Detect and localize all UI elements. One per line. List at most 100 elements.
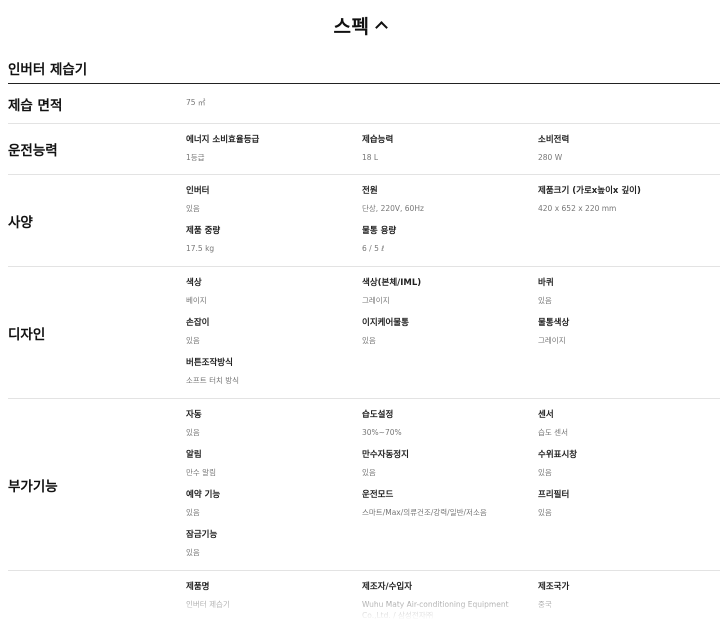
spec-item: 에너지 소비효율등급 1등급: [186, 134, 356, 163]
spec-label: 이지케어물통: [362, 318, 409, 328]
section-area: 제습 면적 75 ㎡: [8, 84, 720, 124]
spec-label: 센서: [538, 410, 554, 420]
spec-item: 자동 있음: [186, 409, 356, 438]
spec-item: 제품명 인버터 제습기: [186, 581, 356, 610]
section-maker: 제품명 인버터 제습기 제조자/수입자 Wuhu Maty Air-condit…: [8, 571, 720, 631]
spec-label: 제품 중량: [186, 226, 221, 236]
spec-label: 물통 용량: [362, 226, 397, 236]
spec-label: 습도설정: [362, 410, 394, 420]
spec-value: 있음: [538, 296, 552, 305]
spec-item: 예약 기능 있음: [186, 489, 356, 518]
spec-value: 75 ㎡: [186, 98, 206, 107]
spec-label: 제품명: [186, 582, 210, 592]
spec-label: 제습능력: [362, 135, 394, 145]
spec-value: 있음: [186, 508, 200, 517]
spec-value: 소프트 터치 방식: [186, 376, 240, 385]
spec-value: 있음: [538, 468, 552, 477]
spec-item: 소비전력 280 W: [538, 134, 708, 163]
spec-item: 이지케어물통 있음: [362, 317, 532, 346]
spec-label: 제조자/수입자: [362, 582, 413, 592]
spec-header[interactable]: 스펙: [0, 0, 720, 50]
spec-value: 18 L: [362, 153, 379, 162]
spec-item: 색상(본체/IML) 그레이지: [362, 277, 532, 306]
spec-label: 인버터: [186, 186, 210, 196]
spec-item: 운전모드 스마트/Max/의류건조/강력/일반/저소음: [362, 489, 532, 518]
spec-value: 있음: [362, 336, 376, 345]
spec-item: 인버터 있음: [186, 185, 356, 214]
product-name: 인버터 제습기: [8, 62, 88, 78]
spec-item: 알림 만수 알림: [186, 449, 356, 478]
section-title: 사양: [8, 214, 33, 231]
spec-value: 있음: [186, 548, 200, 557]
spec-label: 제품크기 (가로x높이x 깊이): [538, 186, 641, 196]
spec-value: 있음: [362, 468, 376, 477]
spec-item: 만수자동정지 있음: [362, 449, 532, 478]
spec-label: 만수자동정지: [362, 450, 409, 460]
spec-label: 예약 기능: [186, 490, 221, 500]
spec-value: 420 x 652 x 220 mm: [538, 204, 617, 213]
spec-item: 센서 습도 센서: [538, 409, 708, 438]
spec-title: 스펙: [333, 15, 370, 38]
section-title: 운전능력: [8, 143, 58, 159]
spec-label: 색상: [186, 278, 202, 288]
spec-item: 75 ㎡: [186, 97, 356, 108]
spec-label: 색상(본체/IML): [362, 278, 422, 288]
spec-value: 그레이지: [538, 336, 566, 345]
section-title: 제습 면적: [8, 97, 63, 114]
spec-value: 17.5 kg: [186, 244, 215, 253]
spec-value: 단상, 220V, 60Hz: [362, 204, 424, 213]
spec-label: 운전모드: [362, 490, 394, 500]
spec-value: 스마트/Max/의류건조/강력/일반/저소음: [362, 508, 487, 517]
spec-value: 있음: [186, 428, 200, 437]
spec-value: 베이지: [186, 296, 207, 305]
spec-label: 알림: [186, 450, 202, 460]
spec-label: 제조국가: [538, 582, 570, 592]
spec-label: 버튼조작방식: [186, 358, 233, 368]
spec-value: 습도 센서: [538, 428, 568, 437]
spec-item: 버튼조작방식 소프트 터치 방식: [186, 357, 356, 386]
spec-value: 만수 알림: [186, 468, 216, 477]
spec-item: 제습능력 18 L: [362, 134, 532, 163]
spec-label: 수위표시창: [538, 450, 578, 460]
spec-value: 있음: [186, 204, 200, 213]
spec-value: 중국: [538, 600, 552, 609]
spec-item: 색상 베이지: [186, 277, 356, 306]
spec-table: 제습 면적 75 ㎡ 운전능력 에너지 소비효율등급 1등급 제습능력 18 L…: [8, 84, 720, 631]
spec-label: 프리필터: [538, 490, 570, 500]
spec-value: 있음: [538, 508, 552, 517]
spec-item: 제조자/수입자 Wuhu Maty Air-conditioning Equip…: [362, 581, 532, 621]
spec-item: 프리필터 있음: [538, 489, 708, 518]
spec-item: 제품 중량 17.5 kg: [186, 225, 356, 254]
spec-label: 손잡이: [186, 318, 210, 328]
spec-value: 1등급: [186, 153, 205, 162]
spec-item: 바퀴 있음: [538, 277, 708, 306]
spec-item: 물통 용량 6 / 5 ℓ: [362, 225, 532, 254]
spec-value: Wuhu Maty Air-conditioning Equipment Co.…: [362, 600, 509, 620]
spec-item: 제조국가 중국: [538, 581, 708, 610]
spec-item: 물통색상 그레이지: [538, 317, 708, 346]
spec-value: 280 W: [538, 153, 563, 162]
spec-item: 습도설정 30%~70%: [362, 409, 532, 438]
section-title: 부가기능: [8, 478, 58, 495]
chevron-up-icon[interactable]: [375, 21, 389, 34]
section-spec: 사양 인버터 있음 전원 단상, 220V, 60Hz 제품크기 (가로x높이x…: [8, 175, 720, 267]
section-title: 디자인: [8, 326, 46, 343]
spec-item: 잠금기능 있음: [186, 529, 356, 558]
spec-label: 자동: [186, 410, 202, 420]
spec-label: 물통색상: [538, 318, 570, 328]
spec-label: 에너지 소비효율등급: [186, 135, 260, 145]
spec-item: 수위표시창 있음: [538, 449, 708, 478]
spec-label: 전원: [362, 186, 378, 196]
spec-value: 인버터 제습기: [186, 600, 230, 609]
spec-label: 잠금기능: [186, 530, 218, 540]
spec-item: 제품크기 (가로x높이x 깊이) 420 x 652 x 220 mm: [538, 185, 708, 214]
spec-item: 전원 단상, 220V, 60Hz: [362, 185, 532, 214]
section-design: 디자인 색상 베이지 색상(본체/IML) 그레이지 바퀴 있음 손잡이 있음 …: [8, 267, 720, 399]
spec-label: 소비전력: [538, 135, 570, 145]
spec-value: 6 / 5 ℓ: [362, 244, 385, 253]
spec-value: 30%~70%: [362, 428, 402, 437]
section-capacity: 운전능력 에너지 소비효율등급 1등급 제습능력 18 L 소비전력 280 W: [8, 124, 720, 175]
spec-label: 바퀴: [538, 278, 554, 288]
spec-item: 손잡이 있음: [186, 317, 356, 346]
spec-value: 그레이지: [362, 296, 390, 305]
